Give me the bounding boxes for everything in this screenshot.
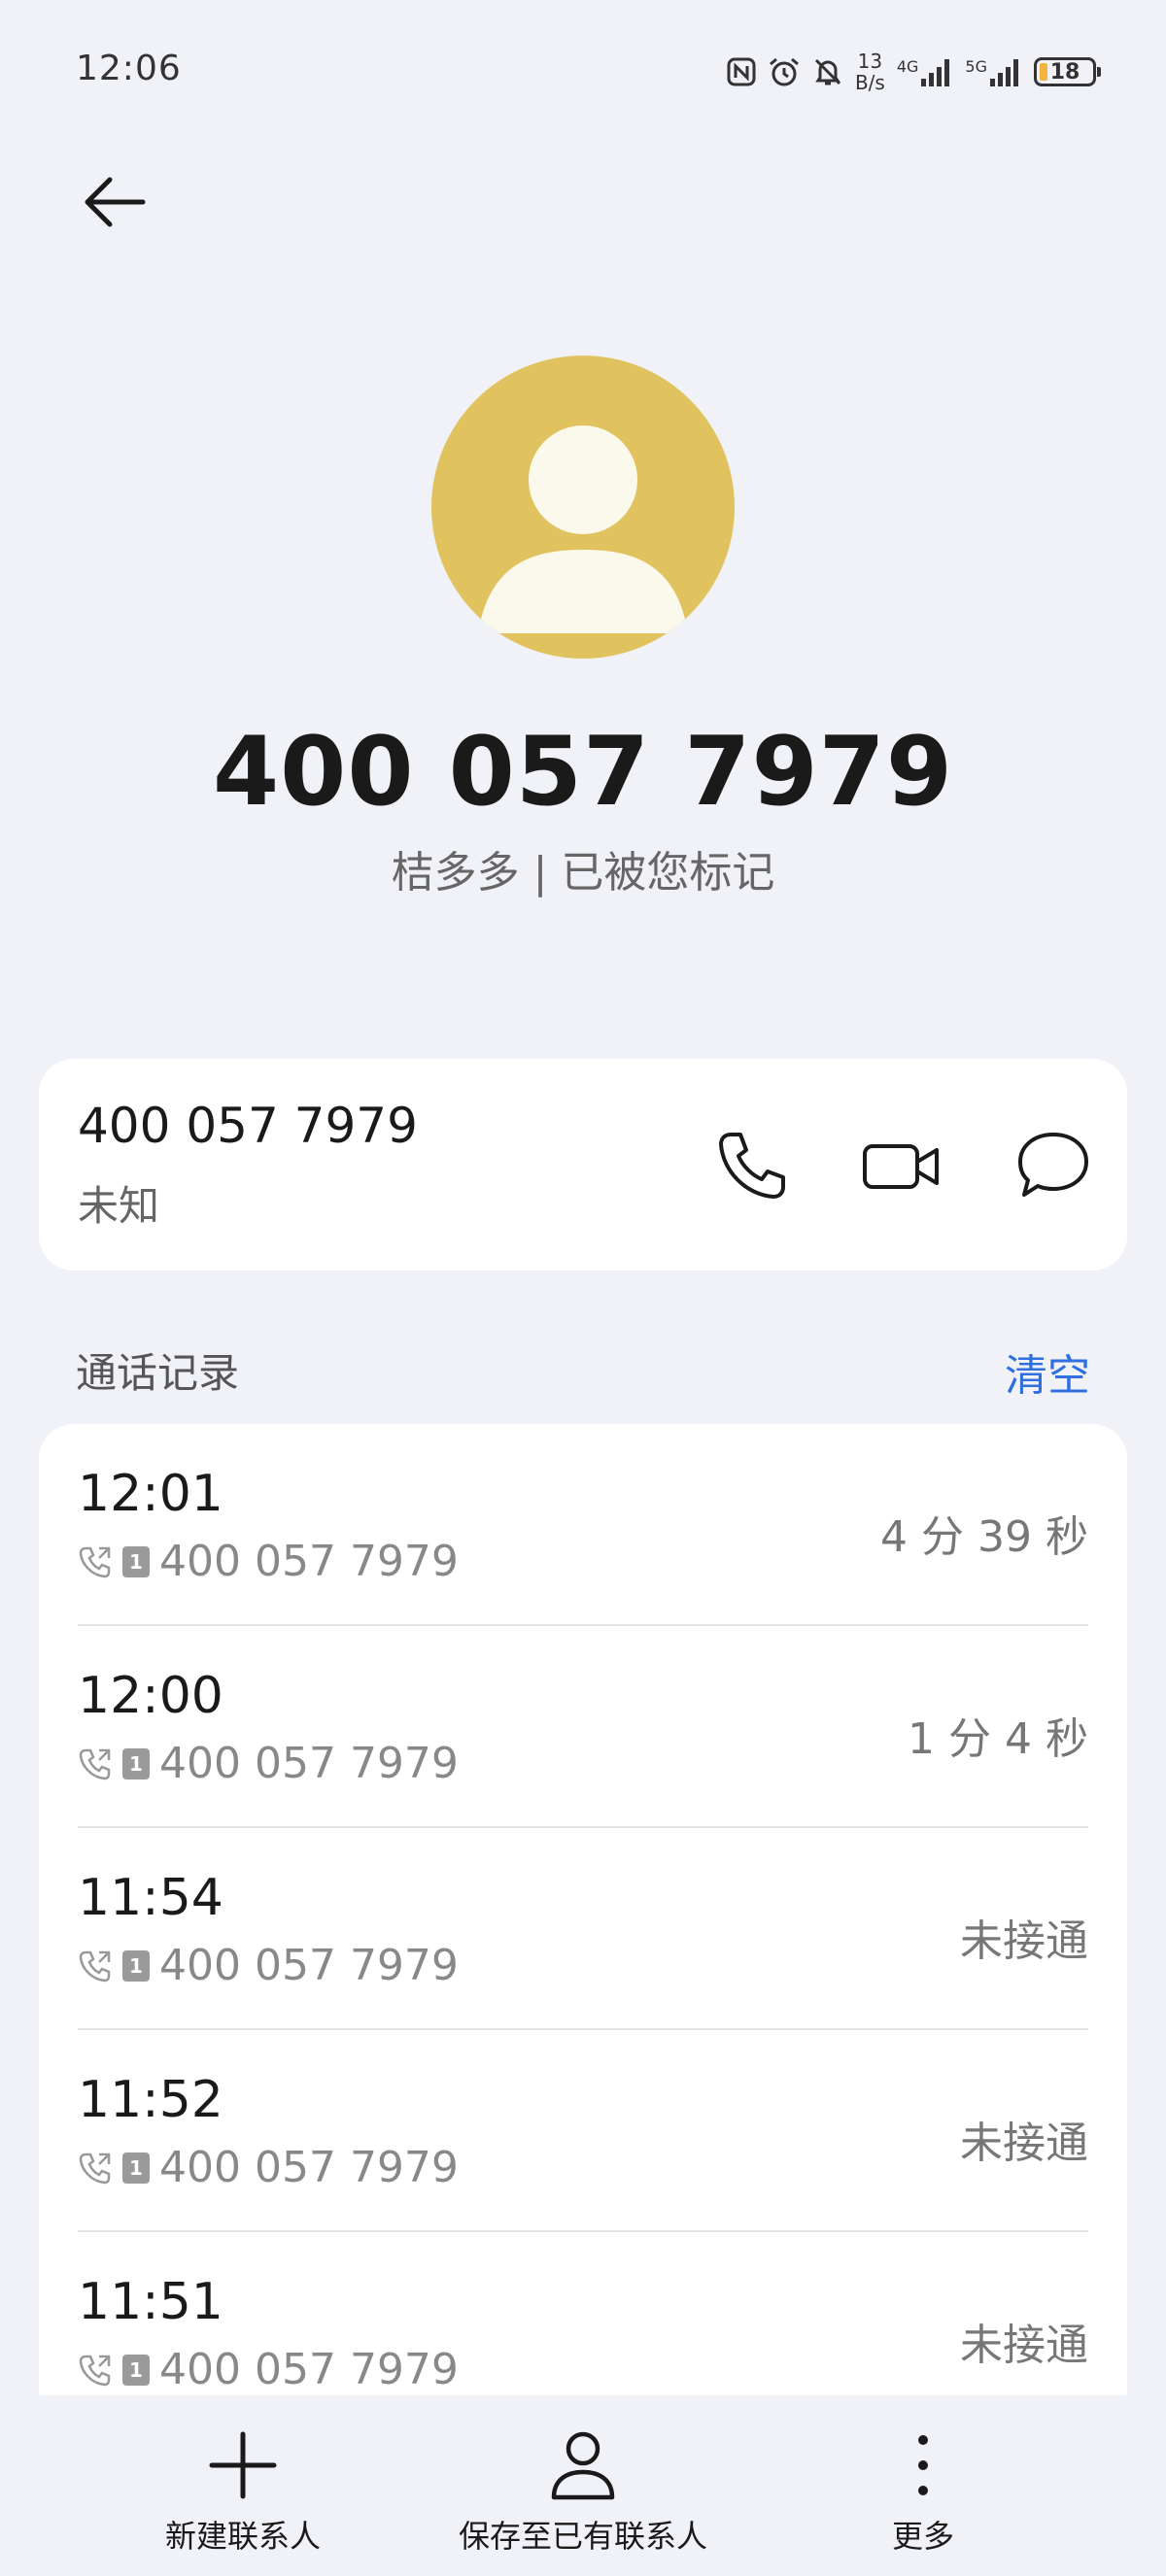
list-item[interactable]: 12:01 1 400 057 7979 4 分 39 秒 bbox=[78, 1424, 1088, 1626]
sim-badge: 1 bbox=[122, 1747, 150, 1779]
phone-icon bbox=[719, 1133, 785, 1199]
call-button[interactable] bbox=[707, 1121, 797, 1210]
outgoing-call-icon bbox=[79, 1950, 111, 1982]
new-contact-label: 新建联系人 bbox=[164, 2518, 321, 2555]
call-log-title: 通话记录 bbox=[76, 1349, 240, 1397]
alarm-icon bbox=[769, 57, 799, 86]
signal-1: 4G bbox=[897, 57, 954, 86]
call-time: 12:01 bbox=[78, 1465, 223, 1523]
contact-card: 400 057 7979 未知 bbox=[39, 1059, 1127, 1271]
page-title: 400 057 7979 bbox=[212, 717, 954, 828]
list-item[interactable]: 11:54 1 400 057 7979 未接通 bbox=[78, 1828, 1088, 2030]
call-meta: 1 400 057 7979 bbox=[78, 2143, 459, 2192]
plus-icon bbox=[209, 2431, 277, 2499]
nfc-icon bbox=[727, 57, 756, 86]
network-type-1: 4G bbox=[896, 57, 919, 76]
outgoing-call-icon bbox=[79, 2152, 111, 2184]
network-speed: 13 B/s bbox=[855, 51, 885, 93]
speed-value: 13 bbox=[857, 50, 883, 73]
speed-unit: B/s bbox=[854, 71, 885, 94]
call-status: 未接通 bbox=[960, 2118, 1088, 2168]
person-outline-icon bbox=[551, 2431, 615, 2500]
list-item[interactable]: 12:00 1 400 057 7979 1 分 4 秒 bbox=[78, 1626, 1088, 1828]
call-duration: 4 分 39 秒 bbox=[880, 1512, 1088, 1562]
sim-badge: 1 bbox=[122, 1545, 150, 1577]
call-number: 400 057 7979 bbox=[159, 2345, 459, 2394]
status-icons: 13 B/s 4G 5G 18 bbox=[727, 47, 1101, 97]
more-label: 更多 bbox=[891, 2518, 954, 2555]
call-number: 400 057 7979 bbox=[159, 1537, 459, 1586]
call-meta: 1 400 057 7979 bbox=[78, 1537, 459, 1586]
person-icon bbox=[478, 425, 688, 633]
more-vertical-icon bbox=[918, 2435, 928, 2495]
status-time: 12:06 bbox=[76, 49, 182, 88]
call-status: 未接通 bbox=[960, 2321, 1088, 2370]
message-icon bbox=[1018, 1133, 1088, 1197]
save-to-existing-label: 保存至已有联系人 bbox=[458, 2518, 707, 2555]
message-button[interactable] bbox=[1009, 1121, 1098, 1210]
call-meta: 1 400 057 7979 bbox=[78, 2345, 459, 2394]
call-number: 400 057 7979 bbox=[159, 1941, 459, 1990]
mute-icon bbox=[814, 58, 841, 85]
contact-number: 400 057 7979 bbox=[78, 1098, 418, 1154]
video-call-button[interactable] bbox=[857, 1121, 946, 1210]
call-time: 11:52 bbox=[78, 2071, 223, 2129]
call-time: 12:00 bbox=[78, 1667, 223, 1725]
video-icon bbox=[863, 1144, 939, 1189]
call-status: 未接通 bbox=[960, 1916, 1088, 1966]
outgoing-call-icon bbox=[79, 2355, 111, 2386]
call-meta: 1 400 057 7979 bbox=[78, 1739, 459, 1788]
save-to-existing-button[interactable]: 保存至已有联系人 bbox=[447, 2424, 719, 2557]
bottom-action-bar: 新建联系人 保存至已有联系人 更多 bbox=[0, 2395, 1166, 2576]
signal-2: 5G bbox=[965, 57, 1022, 86]
contact-location: 未知 bbox=[78, 1182, 160, 1230]
signal-icon bbox=[921, 59, 950, 86]
arrow-left-icon bbox=[85, 177, 146, 227]
call-time: 11:54 bbox=[78, 1869, 223, 1927]
network-type-2: 5G bbox=[965, 57, 987, 76]
list-item[interactable]: 11:51 1 400 057 7979 未接通 bbox=[78, 2232, 1088, 2395]
sim-badge: 1 bbox=[122, 1949, 150, 1982]
sim-badge: 1 bbox=[122, 2354, 150, 2386]
battery-icon: 18 bbox=[1034, 57, 1101, 86]
back-button[interactable] bbox=[68, 155, 161, 249]
sim-badge: 1 bbox=[122, 2152, 150, 2184]
signal-icon bbox=[990, 59, 1018, 86]
call-duration: 1 分 4 秒 bbox=[908, 1714, 1088, 1764]
call-time: 11:51 bbox=[78, 2273, 223, 2331]
call-number: 400 057 7979 bbox=[159, 1739, 459, 1788]
call-log-list: 12:01 1 400 057 7979 4 分 39 秒 12:00 1 40… bbox=[39, 1424, 1127, 2395]
call-meta: 1 400 057 7979 bbox=[78, 1941, 459, 1990]
outgoing-call-icon bbox=[79, 1546, 111, 1577]
new-contact-button[interactable]: 新建联系人 bbox=[155, 2424, 330, 2557]
more-button[interactable]: 更多 bbox=[855, 2424, 991, 2557]
clear-button[interactable]: 清空 bbox=[1005, 1340, 1090, 1403]
avatar[interactable] bbox=[431, 356, 735, 659]
call-number: 400 057 7979 bbox=[159, 2143, 459, 2192]
outgoing-call-icon bbox=[79, 1748, 111, 1779]
list-item[interactable]: 11:52 1 400 057 7979 未接通 bbox=[78, 2030, 1088, 2232]
battery-level: 18 bbox=[1049, 59, 1080, 85]
caller-tag: 桔多多 | 已被您标记 bbox=[391, 848, 775, 898]
